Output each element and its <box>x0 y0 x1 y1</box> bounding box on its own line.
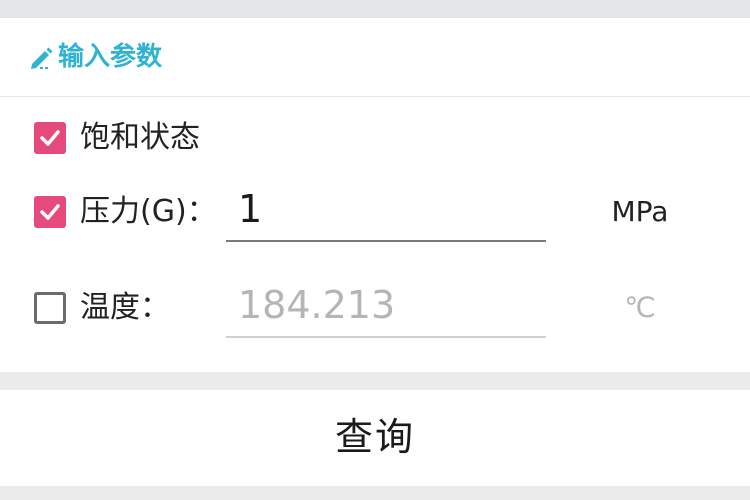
section-title: 输入参数 <box>58 42 163 72</box>
checkmark-icon <box>40 204 60 220</box>
temperature-row: 温度： 184.213 ℃ <box>0 276 750 340</box>
pressure-input[interactable]: 1 <box>226 180 546 242</box>
saturation-label: 饱和状态 <box>80 120 200 155</box>
query-button-label: 查询 <box>334 417 415 459</box>
temperature-label: 温度： <box>80 290 170 325</box>
checkmark-icon <box>40 130 60 146</box>
temperature-unit: ℃ <box>624 291 656 324</box>
pressure-value: 1 <box>238 187 263 231</box>
input-parameters-card: 输入参数 饱和状态 压力(G)： 1 MPa 温度： 184.213 ℃ <box>0 18 750 372</box>
temperature-value: 184.213 <box>238 283 396 327</box>
pencil-icon <box>28 44 56 72</box>
temperature-input[interactable]: 184.213 <box>226 276 546 338</box>
pressure-label: 压力(G)： <box>80 194 217 229</box>
pressure-checkbox[interactable] <box>34 196 66 228</box>
temperature-checkbox[interactable] <box>34 292 66 324</box>
saturation-row: 饱和状态 <box>0 110 750 166</box>
top-strip <box>0 0 750 18</box>
pressure-row: 压力(G)： 1 MPa <box>0 180 750 244</box>
pressure-unit: MPa <box>611 195 669 228</box>
saturation-checkbox[interactable] <box>34 122 66 154</box>
section-header: 输入参数 <box>0 18 750 97</box>
query-button[interactable]: 查询 <box>0 390 750 486</box>
